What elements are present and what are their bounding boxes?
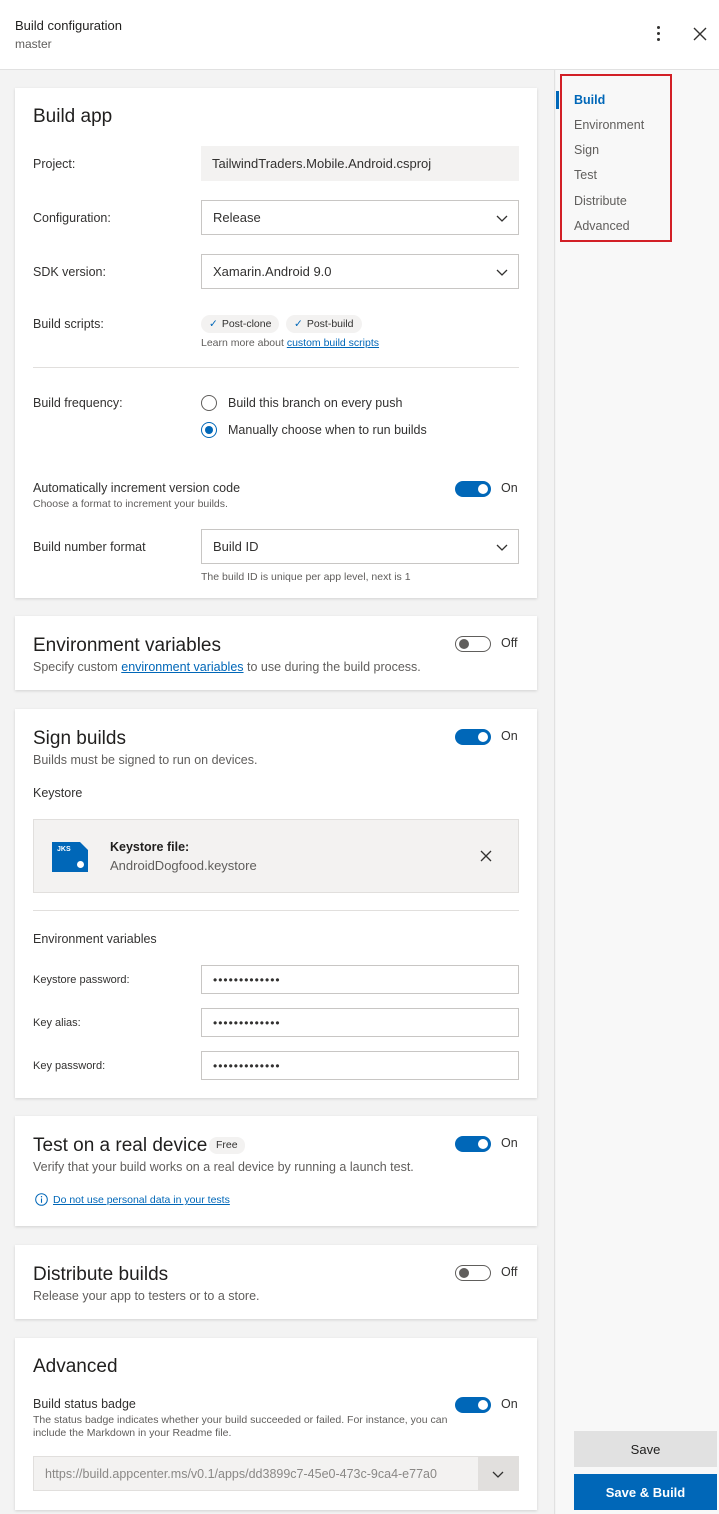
environment-title: Environment variables [33,635,221,656]
chevron-down-icon [496,269,508,276]
key-password-field[interactable]: ••••••••••••• [201,1051,519,1080]
build-app-card: Build app Project: TailwindTraders.Mobil… [15,88,537,598]
side-nav-panel [556,70,719,1514]
keystore-file-icon: JKS [52,842,88,872]
sign-title: Sign builds [33,728,126,749]
project-field: TailwindTraders.Mobile.Android.csproj [201,146,519,181]
nav-item-test[interactable]: Test [574,168,597,182]
build-number-format-select[interactable]: Build ID [201,529,519,564]
sdk-label: SDK version: [33,265,106,279]
build-number-format-value: Build ID [213,539,259,554]
configuration-select[interactable]: Release [201,200,519,235]
advanced-card: Advanced Build status badge The status b… [15,1338,537,1510]
sdk-select[interactable]: Xamarin.Android 9.0 [201,254,519,289]
environment-card: Environment variables Off Specify custom… [15,616,537,690]
distribute-card: Distribute builds Off Release your app t… [15,1245,537,1319]
environment-variables-link[interactable]: environment variables [121,660,243,674]
nav-item-distribute[interactable]: Distribute [574,194,627,208]
keystore-file-box: JKS Keystore file: AndroidDogfood.keysto… [33,819,519,893]
check-icon: ✓ [209,318,218,330]
divider [33,910,519,911]
keystore-password-field[interactable]: ••••••••••••• [201,965,519,994]
build-app-title: Build app [33,106,113,127]
keystore-file-name: AndroidDogfood.keystore [110,858,257,873]
auto-increment-label: Automatically increment version code [33,481,241,495]
keystore-label: Keystore [33,786,83,800]
auto-increment-toggle[interactable] [455,481,491,497]
distribute-title: Distribute builds [33,1264,169,1285]
build-frequency-label: Build frequency: [33,396,123,410]
build-number-format-label: Build number format [33,540,146,554]
save-button[interactable]: Save [574,1431,717,1467]
free-badge: Free [209,1137,245,1154]
remove-keystore-icon[interactable] [480,850,492,862]
test-desc: Verify that your build works on a real d… [33,1160,414,1174]
sdk-value: Xamarin.Android 9.0 [213,264,332,279]
sign-desc: Builds must be signed to run on devices. [33,753,258,767]
chevron-down-icon [496,215,508,222]
branch-name: master [15,37,52,51]
custom-build-scripts-link[interactable]: custom build scripts [287,337,379,349]
sign-env-label: Environment variables [33,932,157,946]
build-status-badge-help: The status badge indicates whether your … [33,1414,448,1439]
distribute-state: Off [501,1265,518,1279]
keystore-file-label: Keystore file: [110,840,190,854]
environment-desc: Specify custom environment variables to … [33,660,421,674]
frequency-option-every-push[interactable]: Build this branch on every push [228,396,402,410]
badge-format-dropdown[interactable] [478,1457,518,1490]
sign-state: On [501,729,518,743]
nav-item-advanced[interactable]: Advanced [574,219,630,233]
nav-item-sign[interactable]: Sign [574,143,599,157]
section-nav: Build Environment Sign Test Distribute A… [560,74,672,242]
build-status-badge-toggle[interactable] [455,1397,491,1413]
project-label: Project: [33,157,76,171]
script-chip-post-clone[interactable]: ✓ Post-clone [201,315,280,333]
key-password-label: Key password: [33,1060,106,1072]
key-alias-field[interactable]: ••••••••••••• [201,1008,519,1037]
test-card: Test on a real device Free On Verify tha… [15,1116,537,1226]
configuration-label: Configuration: [33,211,111,225]
distribute-toggle[interactable] [455,1265,491,1281]
keystore-password-label: Keystore password: [33,974,130,986]
save-and-build-button[interactable]: Save & Build [574,1474,717,1510]
sign-card: Sign builds On Builds must be signed to … [15,709,537,1098]
close-icon[interactable] [690,24,710,44]
chevron-down-icon [496,544,508,551]
test-title: Test on a real device [33,1135,208,1156]
test-state: On [501,1136,518,1150]
frequency-option-manual[interactable]: Manually choose when to run builds [228,423,427,437]
auto-increment-state: On [501,481,518,495]
more-options-icon[interactable] [650,22,666,44]
nav-item-build[interactable]: Build [574,93,605,107]
badge-url-field[interactable]: https://build.appcenter.ms/v0.1/apps/dd3… [33,1456,519,1491]
nav-active-indicator [556,91,559,109]
script-chip-post-build[interactable]: ✓ Post-build [286,315,362,333]
advanced-title: Advanced [33,1356,118,1377]
environment-state: Off [501,636,518,650]
personal-data-notice-link[interactable]: Do not use personal data in your tests [53,1194,230,1206]
build-scripts-chips: ✓ Post-clone ✓ Post-build [201,315,401,333]
page-title: Build configuration [15,18,122,33]
divider [33,367,519,368]
frequency-radio-manual[interactable] [201,422,217,438]
test-toggle[interactable] [455,1136,491,1152]
header-bar: Build configuration master [0,0,719,70]
distribute-desc: Release your app to testers or to a stor… [33,1289,260,1303]
chevron-down-icon [492,1471,504,1478]
build-scripts-help: Learn more about custom build scripts [201,337,380,349]
build-status-badge-state: On [501,1397,518,1411]
check-icon: ✓ [294,318,303,330]
sign-toggle[interactable] [455,729,491,745]
key-alias-label: Key alias: [33,1017,81,1029]
build-scripts-label: Build scripts: [33,317,104,331]
info-icon [35,1193,48,1206]
configuration-value: Release [213,210,261,225]
auto-increment-help: Choose a format to increment your builds… [33,498,228,510]
environment-toggle[interactable] [455,636,491,652]
badge-url-value: https://build.appcenter.ms/v0.1/apps/dd3… [45,1467,437,1481]
nav-item-environment[interactable]: Environment [574,118,644,132]
frequency-radio-every-push[interactable] [201,395,217,411]
build-status-badge-label: Build status badge [33,1397,136,1411]
build-number-help: The build ID is unique per app level, ne… [201,571,411,583]
